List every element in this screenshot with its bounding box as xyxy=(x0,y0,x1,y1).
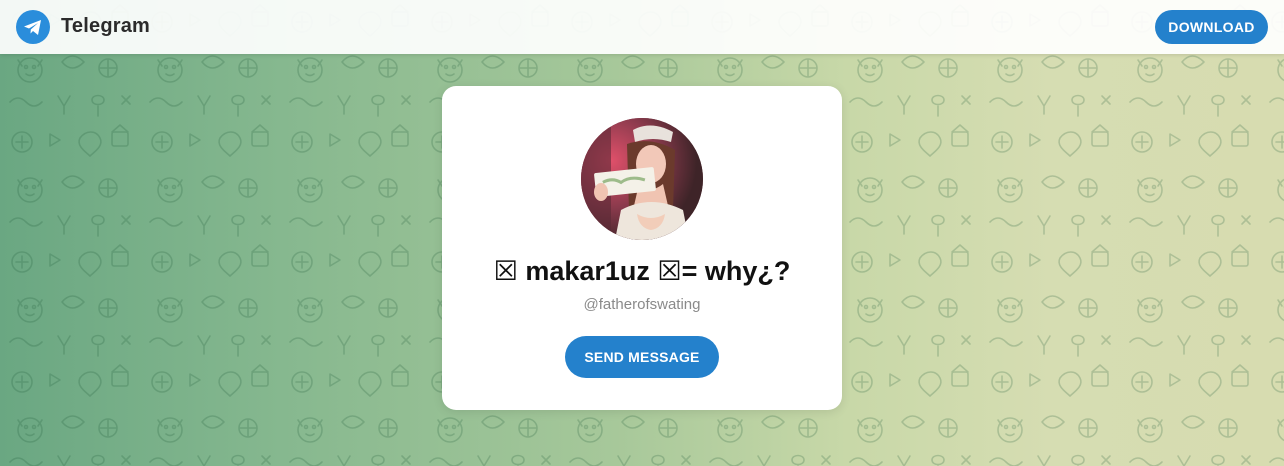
profile-card: ☒ makar1uz ☒= why¿? @fatherofswating SEN… xyxy=(442,86,842,410)
brand-name[interactable]: Telegram xyxy=(61,15,150,38)
avatar-photo xyxy=(581,118,703,240)
avatar xyxy=(581,118,703,240)
download-button[interactable]: DOWNLOAD xyxy=(1155,10,1268,44)
profile-name: ☒ makar1uz ☒= why¿? xyxy=(493,256,791,286)
profile-username: @fatherofswating xyxy=(583,296,701,313)
telegram-logo-icon[interactable] xyxy=(16,10,50,44)
send-message-button[interactable]: SEND MESSAGE xyxy=(565,336,719,378)
top-bar: Telegram DOWNLOAD xyxy=(0,0,1284,54)
page: Telegram DOWNLOAD ☒ makar1uz ☒= why¿? @f… xyxy=(0,0,1284,466)
